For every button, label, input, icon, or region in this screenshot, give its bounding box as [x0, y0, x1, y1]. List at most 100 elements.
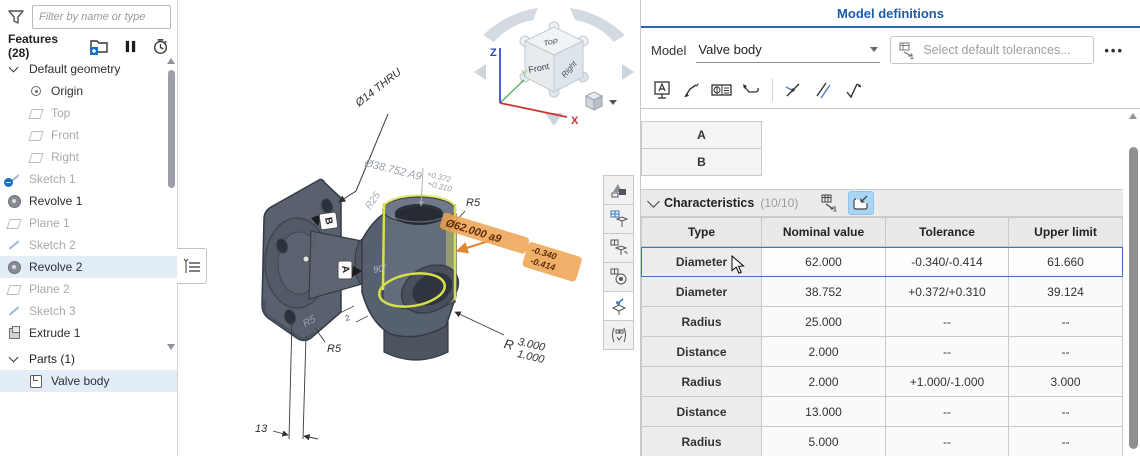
- chevron-down-icon: [6, 61, 22, 77]
- tolerance-table-icon: [899, 41, 917, 59]
- cad-application: Features (28) Default geometry Or: [0, 0, 1140, 456]
- feature-tree-item[interactable]: Sketch 3: [0, 300, 177, 322]
- intersection-dimension-tool-button[interactable]: [778, 76, 808, 104]
- appearance-button[interactable]: [603, 175, 634, 205]
- characteristics-header[interactable]: Characteristics (10/10): [641, 189, 1123, 217]
- model-select[interactable]: Valve body: [696, 38, 880, 63]
- origin-icon: [28, 83, 44, 99]
- feature-tree-item[interactable]: Default geometry: [0, 58, 177, 80]
- characteristics-table-header: Type Nominal value Tolerance Upper limit: [641, 217, 1123, 247]
- feature-tree-item[interactable]: Top: [0, 102, 177, 124]
- feature-tree-item[interactable]: Sketch 2: [0, 234, 177, 256]
- scrollbar-thumb[interactable]: [1129, 147, 1138, 449]
- characteristic-row[interactable]: Distance 13.000 -- --: [641, 397, 1123, 427]
- graphics-viewport[interactable]: Ø14 THRU Ø38.752 A9 +0.372 +0.310 R25 R5: [178, 0, 640, 456]
- characteristic-row[interactable]: Distance 2.000 -- --: [641, 337, 1123, 367]
- characteristic-row[interactable]: Radius 25.000 -- --: [641, 307, 1123, 337]
- cell-type: Distance: [641, 397, 762, 427]
- parts-section-header[interactable]: Parts (1): [0, 348, 177, 370]
- tab-model-definitions[interactable]: Model definitions: [837, 6, 944, 21]
- feature-tree-item-label: Sketch 1: [29, 172, 76, 186]
- feature-tree-item-label: Sketch 3: [29, 304, 76, 318]
- scrollbar-thumb[interactable]: [168, 70, 175, 188]
- annotated-view-button[interactable]: [603, 233, 634, 263]
- view-cube[interactable]: Top Front Right: [474, 8, 634, 126]
- surface-finish-tool-button[interactable]: [838, 76, 868, 104]
- part-icon: [28, 373, 44, 389]
- characteristic-row[interactable]: Diameter 38.752 +0.372/+0.310 39.124: [641, 277, 1123, 307]
- characteristic-row[interactable]: Radius 2.000 +1.000/-1.000 3.000: [641, 367, 1123, 397]
- datum-row[interactable]: A: [641, 122, 762, 149]
- features-title: Features (28): [8, 32, 75, 60]
- characteristic-row[interactable]: Radius 5.000 -- --: [641, 427, 1123, 456]
- feature-tree-item[interactable]: Extrude 1: [0, 322, 177, 344]
- capture-characteristics-button[interactable]: [848, 191, 874, 215]
- sketch-icon: [6, 303, 22, 319]
- leader-dimension-tool-button[interactable]: [677, 76, 707, 104]
- cell-type: Distance: [641, 337, 762, 367]
- feature-tree-item[interactable]: Revolve 1: [0, 190, 177, 212]
- column-header-upper-limit[interactable]: Upper limit: [1009, 217, 1123, 247]
- column-header-type[interactable]: Type: [641, 217, 762, 247]
- shortcut-keys-button[interactable]: [603, 320, 634, 350]
- svg-text:Ø38.752 A9: Ø38.752 A9: [362, 157, 422, 183]
- chevron-down-icon: [6, 351, 22, 367]
- datum-label: B: [697, 155, 706, 169]
- cell-tolerance: +1.000/-1.000: [886, 367, 1009, 397]
- feature-tree-item-label: Plane 1: [29, 216, 70, 230]
- export-definition-button[interactable]: [603, 291, 634, 321]
- filter-icon[interactable]: [6, 7, 26, 27]
- insert-folder-icon[interactable]: [89, 36, 109, 56]
- dimension-r25[interactable]: R25: [363, 190, 383, 212]
- select-default-tolerances-button[interactable]: Select default tolerances...: [890, 36, 1094, 64]
- parallel-dimension-tool-button[interactable]: [808, 76, 838, 104]
- feature-tree-item[interactable]: Sketch 1: [0, 168, 177, 190]
- svg-text:Y: Y: [521, 69, 528, 80]
- datum-target-view-button[interactable]: [603, 262, 634, 292]
- feature-tree-list: Default geometry Origin Top Front: [0, 58, 177, 344]
- feature-tree-item[interactable]: Plane 1: [0, 212, 177, 234]
- rollback-history-icon[interactable]: [151, 36, 169, 56]
- mouse-cursor: [731, 255, 745, 275]
- scroll-up-icon[interactable]: [1129, 113, 1137, 119]
- plane-icon: [28, 105, 44, 121]
- sketch-suppressed-icon: [6, 171, 22, 187]
- feature-tree-scrollbar[interactable]: [167, 58, 176, 350]
- column-header-tolerance[interactable]: Tolerance: [886, 217, 1009, 247]
- view-options-button[interactable]: [586, 92, 617, 110]
- feature-tree-item[interactable]: Revolve 2: [0, 256, 177, 278]
- dimension-62-highlighted[interactable]: Ø62.000 a9 -0.340 -0.414: [436, 212, 584, 282]
- datum-feature-tool-button[interactable]: [647, 76, 677, 104]
- geometric-tolerance-tool-button[interactable]: [707, 76, 737, 104]
- bent-leader-tool-button[interactable]: [737, 76, 767, 104]
- definitions-content: A B Characteristics (10/10): [641, 108, 1140, 456]
- features-flyout-toggle[interactable]: [177, 248, 207, 284]
- feature-tree-item-label: Extrude 1: [29, 326, 80, 340]
- more-options-button[interactable]: •••: [1104, 43, 1130, 58]
- part-list-item[interactable]: Valve body: [0, 370, 177, 392]
- dimension-r5-left[interactable]: R5: [315, 328, 342, 355]
- suspend-pause-icon[interactable]: [121, 36, 139, 56]
- filter-input[interactable]: [32, 5, 171, 29]
- scroll-down-icon[interactable]: [167, 344, 175, 350]
- characteristic-row[interactable]: Diameter 62.000 -0.340/-0.414 61.660: [641, 247, 1123, 277]
- cell-upper-limit: 3.000: [1009, 367, 1123, 397]
- dimension-table-button[interactable]: [818, 192, 842, 214]
- dimension-r3-r1[interactable]: R 3.000 1.000: [455, 312, 549, 366]
- list-icon: [182, 258, 202, 274]
- feature-tree-item[interactable]: Plane 2: [0, 278, 177, 300]
- scroll-up-icon[interactable]: [167, 58, 175, 64]
- feature-tree-item[interactable]: Front: [0, 124, 177, 146]
- datum-label: A: [697, 128, 706, 142]
- cell-upper-limit: --: [1009, 337, 1123, 367]
- model-grid-view-button[interactable]: [603, 204, 634, 234]
- panel-scrollbar[interactable]: [1128, 113, 1139, 453]
- feature-tree-item[interactable]: Right: [0, 146, 177, 168]
- feature-tree-item[interactable]: Origin: [0, 80, 177, 102]
- datum-row[interactable]: B: [641, 149, 762, 176]
- dimension-14-thru[interactable]: Ø14 THRU: [339, 66, 404, 202]
- annotation-toolbar: [641, 72, 1140, 108]
- column-header-nominal[interactable]: Nominal value: [762, 217, 886, 247]
- dimension-sketch-2[interactable]: 2: [340, 306, 368, 323]
- pan-right-arrow-icon: [622, 64, 634, 80]
